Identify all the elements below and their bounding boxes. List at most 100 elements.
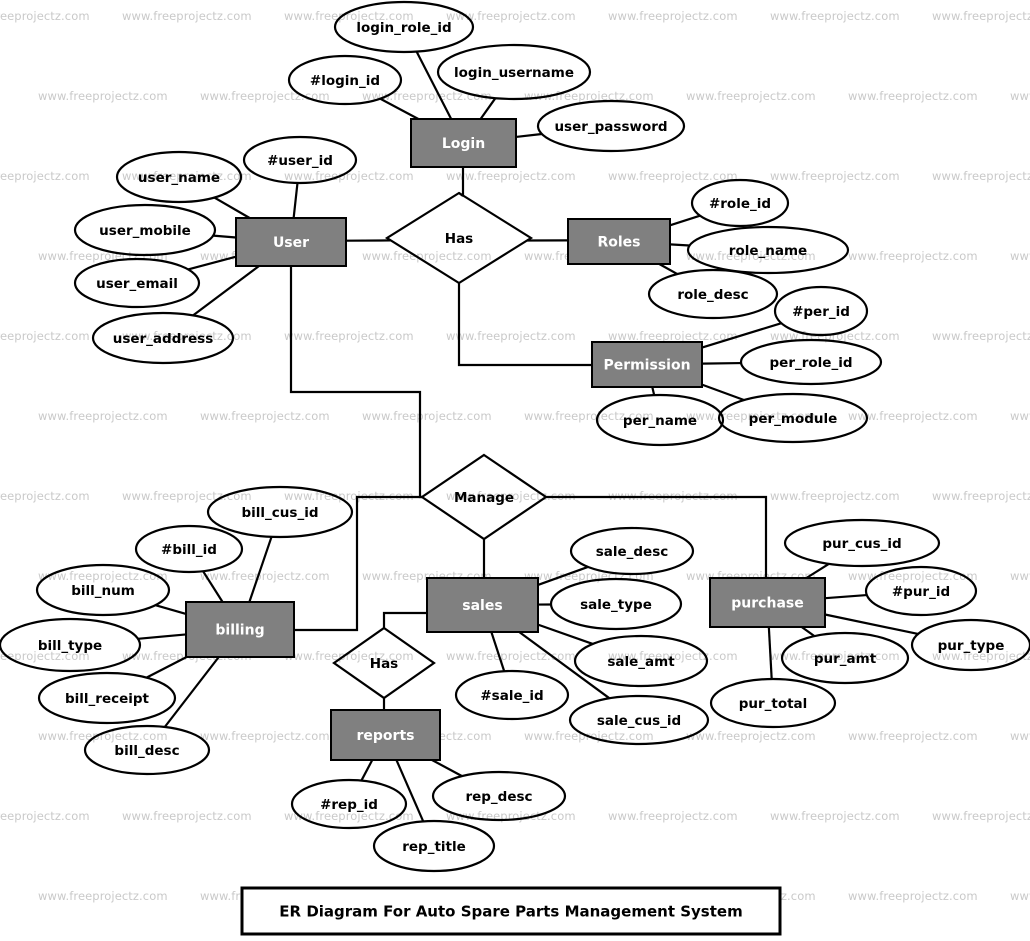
watermark-text: www.freeprojectz.com — [200, 729, 330, 743]
attribute-node[interactable]: role_name — [686, 225, 850, 275]
attribute-node[interactable]: pur_type — [910, 618, 1030, 672]
attribute-node[interactable]: user_mobile — [73, 203, 217, 257]
attribute-node[interactable]: user_password — [536, 99, 686, 153]
attribute-node[interactable]: user_email — [73, 257, 201, 309]
attribute-node[interactable]: bill_desc — [83, 724, 211, 776]
watermark-text: www.freeprojectz.com — [446, 649, 576, 663]
er-diagram: www.freeprojectz.com www.freeprojectz.com… — [0, 0, 1030, 941]
entity-node-reports[interactable]: reports — [330, 709, 441, 761]
watermark-text: www.freeprojectz.com — [200, 569, 330, 583]
attribute-label: bill_num — [71, 583, 135, 599]
attribute-node[interactable]: sale_amt — [573, 634, 709, 688]
watermark-text: www.freeprojectz.com — [284, 329, 414, 343]
watermark-text: www.freeprojectz.com — [1010, 729, 1030, 743]
watermark-text: www.freeprojectz.com — [200, 409, 330, 423]
watermark-text: www.freeprojectz.com — [362, 249, 492, 263]
attribute-label: #sale_id — [480, 688, 543, 704]
attribute-label: role_name — [729, 243, 807, 259]
attribute-label: role_desc — [677, 287, 748, 303]
attribute-label: user_mobile — [99, 223, 191, 239]
watermark-text: www.freeprojectz.com — [770, 809, 900, 823]
attribute-node[interactable]: #per_id — [773, 285, 869, 337]
entity-label: Login — [442, 136, 485, 152]
watermark-text: www.freeprojectz.com — [0, 329, 90, 343]
attribute-node[interactable]: #sale_id — [454, 669, 570, 721]
attribute-node[interactable]: user_address — [91, 311, 235, 365]
attribute-connector — [669, 243, 690, 247]
attribute-node[interactable]: pur_amt — [780, 631, 910, 685]
attribute-node[interactable]: sale_desc — [569, 526, 695, 576]
attribute-node[interactable]: #pur_id — [864, 565, 978, 617]
watermark-text: www.freeprojectz.com — [608, 9, 738, 23]
entity-node-user[interactable]: User — [235, 217, 347, 267]
attribute-label: pur_total — [739, 696, 808, 712]
watermark-text: www.freeprojectz.com — [1010, 409, 1030, 423]
attribute-label: per_role_id — [770, 355, 853, 371]
attribute-node[interactable]: pur_cus_id — [783, 518, 941, 568]
attribute-label: rep_desc — [465, 789, 532, 805]
attribute-node[interactable]: per_name — [595, 393, 725, 447]
attribute-node[interactable]: bill_type — [0, 617, 142, 673]
attribute-node[interactable]: per_role_id — [739, 338, 883, 386]
attribute-label: bill_type — [38, 638, 102, 654]
attribute-label: #user_id — [267, 153, 333, 169]
watermark-text: www.freeprojectz.com — [1010, 89, 1030, 103]
attribute-node[interactable]: role_desc — [647, 268, 779, 320]
attribute-label: pur_amt — [814, 651, 877, 667]
attribute-node[interactable]: bill_cus_id — [206, 485, 354, 539]
watermark-text: www.freeprojectz.com — [932, 169, 1030, 183]
attribute-label: #login_id — [310, 73, 380, 89]
attribute-node[interactable]: rep_title — [372, 819, 496, 873]
watermark-text: www.freeprojectz.com — [608, 809, 738, 823]
attribute-label: sale_amt — [607, 654, 675, 670]
attribute-node[interactable]: pur_total — [709, 677, 837, 729]
watermark-text: www.freeprojectz.com — [446, 169, 576, 183]
attribute-node[interactable]: login_username — [436, 43, 592, 101]
watermark-text: www.freeprojectz.com — [0, 489, 90, 503]
attribute-connector — [701, 361, 742, 365]
watermark-text: www.freeprojectz.com — [1010, 889, 1030, 903]
attribute-label: #pur_id — [892, 584, 950, 600]
entity-node-permission[interactable]: Permission — [591, 341, 703, 388]
watermark-text: www.freeprojectz.com — [0, 809, 90, 823]
entity-node-purchase[interactable]: purchase — [709, 577, 826, 628]
watermark-text: www.freeprojectz.com — [932, 9, 1030, 23]
entity-node-sales[interactable]: sales — [426, 577, 539, 633]
watermark-text: www.freeprojectz.com — [932, 489, 1030, 503]
entity-node-roles[interactable]: Roles — [567, 218, 671, 265]
watermark-text: www.freeprojectz.com — [848, 889, 978, 903]
attribute-node[interactable]: bill_receipt — [37, 671, 177, 725]
attribute-node[interactable]: #rep_id — [290, 778, 408, 830]
attribute-node[interactable]: user_name — [115, 150, 243, 204]
attribute-node[interactable]: #bill_id — [134, 524, 244, 574]
watermark-text: www.freeprojectz.com — [608, 329, 738, 343]
attribute-label: pur_cus_id — [822, 536, 901, 552]
watermark-text: www.freeprojectz.com — [0, 169, 90, 183]
watermark-text: www.freeprojectz.com — [848, 89, 978, 103]
attribute-node[interactable]: sale_cus_id — [568, 694, 710, 746]
watermark-text: www.freeprojectz.com — [686, 89, 816, 103]
attribute-node[interactable]: #login_id — [287, 54, 403, 106]
watermark-text: www.freeprojectz.com — [770, 9, 900, 23]
attribute-node[interactable]: sale_type — [549, 577, 683, 631]
entity-label: Roles — [597, 235, 640, 251]
attribute-label: user_address — [113, 331, 214, 347]
entity-label: purchase — [731, 596, 803, 612]
watermark-text: www.freeprojectz.com — [38, 889, 168, 903]
attribute-node[interactable]: login_role_id — [333, 0, 475, 54]
attribute-node[interactable]: bill_num — [35, 563, 171, 617]
entity-label: Permission — [603, 358, 690, 374]
entity-node-billing[interactable]: billing — [185, 601, 295, 658]
attribute-node[interactable]: per_module — [717, 392, 869, 444]
attribute-label: sale_desc — [596, 544, 669, 560]
attribute-node[interactable]: rep_desc — [431, 770, 567, 822]
attribute-node[interactable]: #role_id — [690, 178, 790, 228]
attribute-label: pur_type — [938, 638, 1005, 654]
relationship-label: Manage — [454, 490, 514, 506]
attribute-label: login_role_id — [356, 20, 451, 36]
watermark-text: www.freeprojectz.com — [38, 409, 168, 423]
attribute-label: bill_desc — [114, 743, 179, 759]
attribute-node[interactable]: #user_id — [242, 135, 358, 185]
entity-label: sales — [462, 598, 502, 614]
entity-node-login[interactable]: Login — [410, 118, 517, 168]
